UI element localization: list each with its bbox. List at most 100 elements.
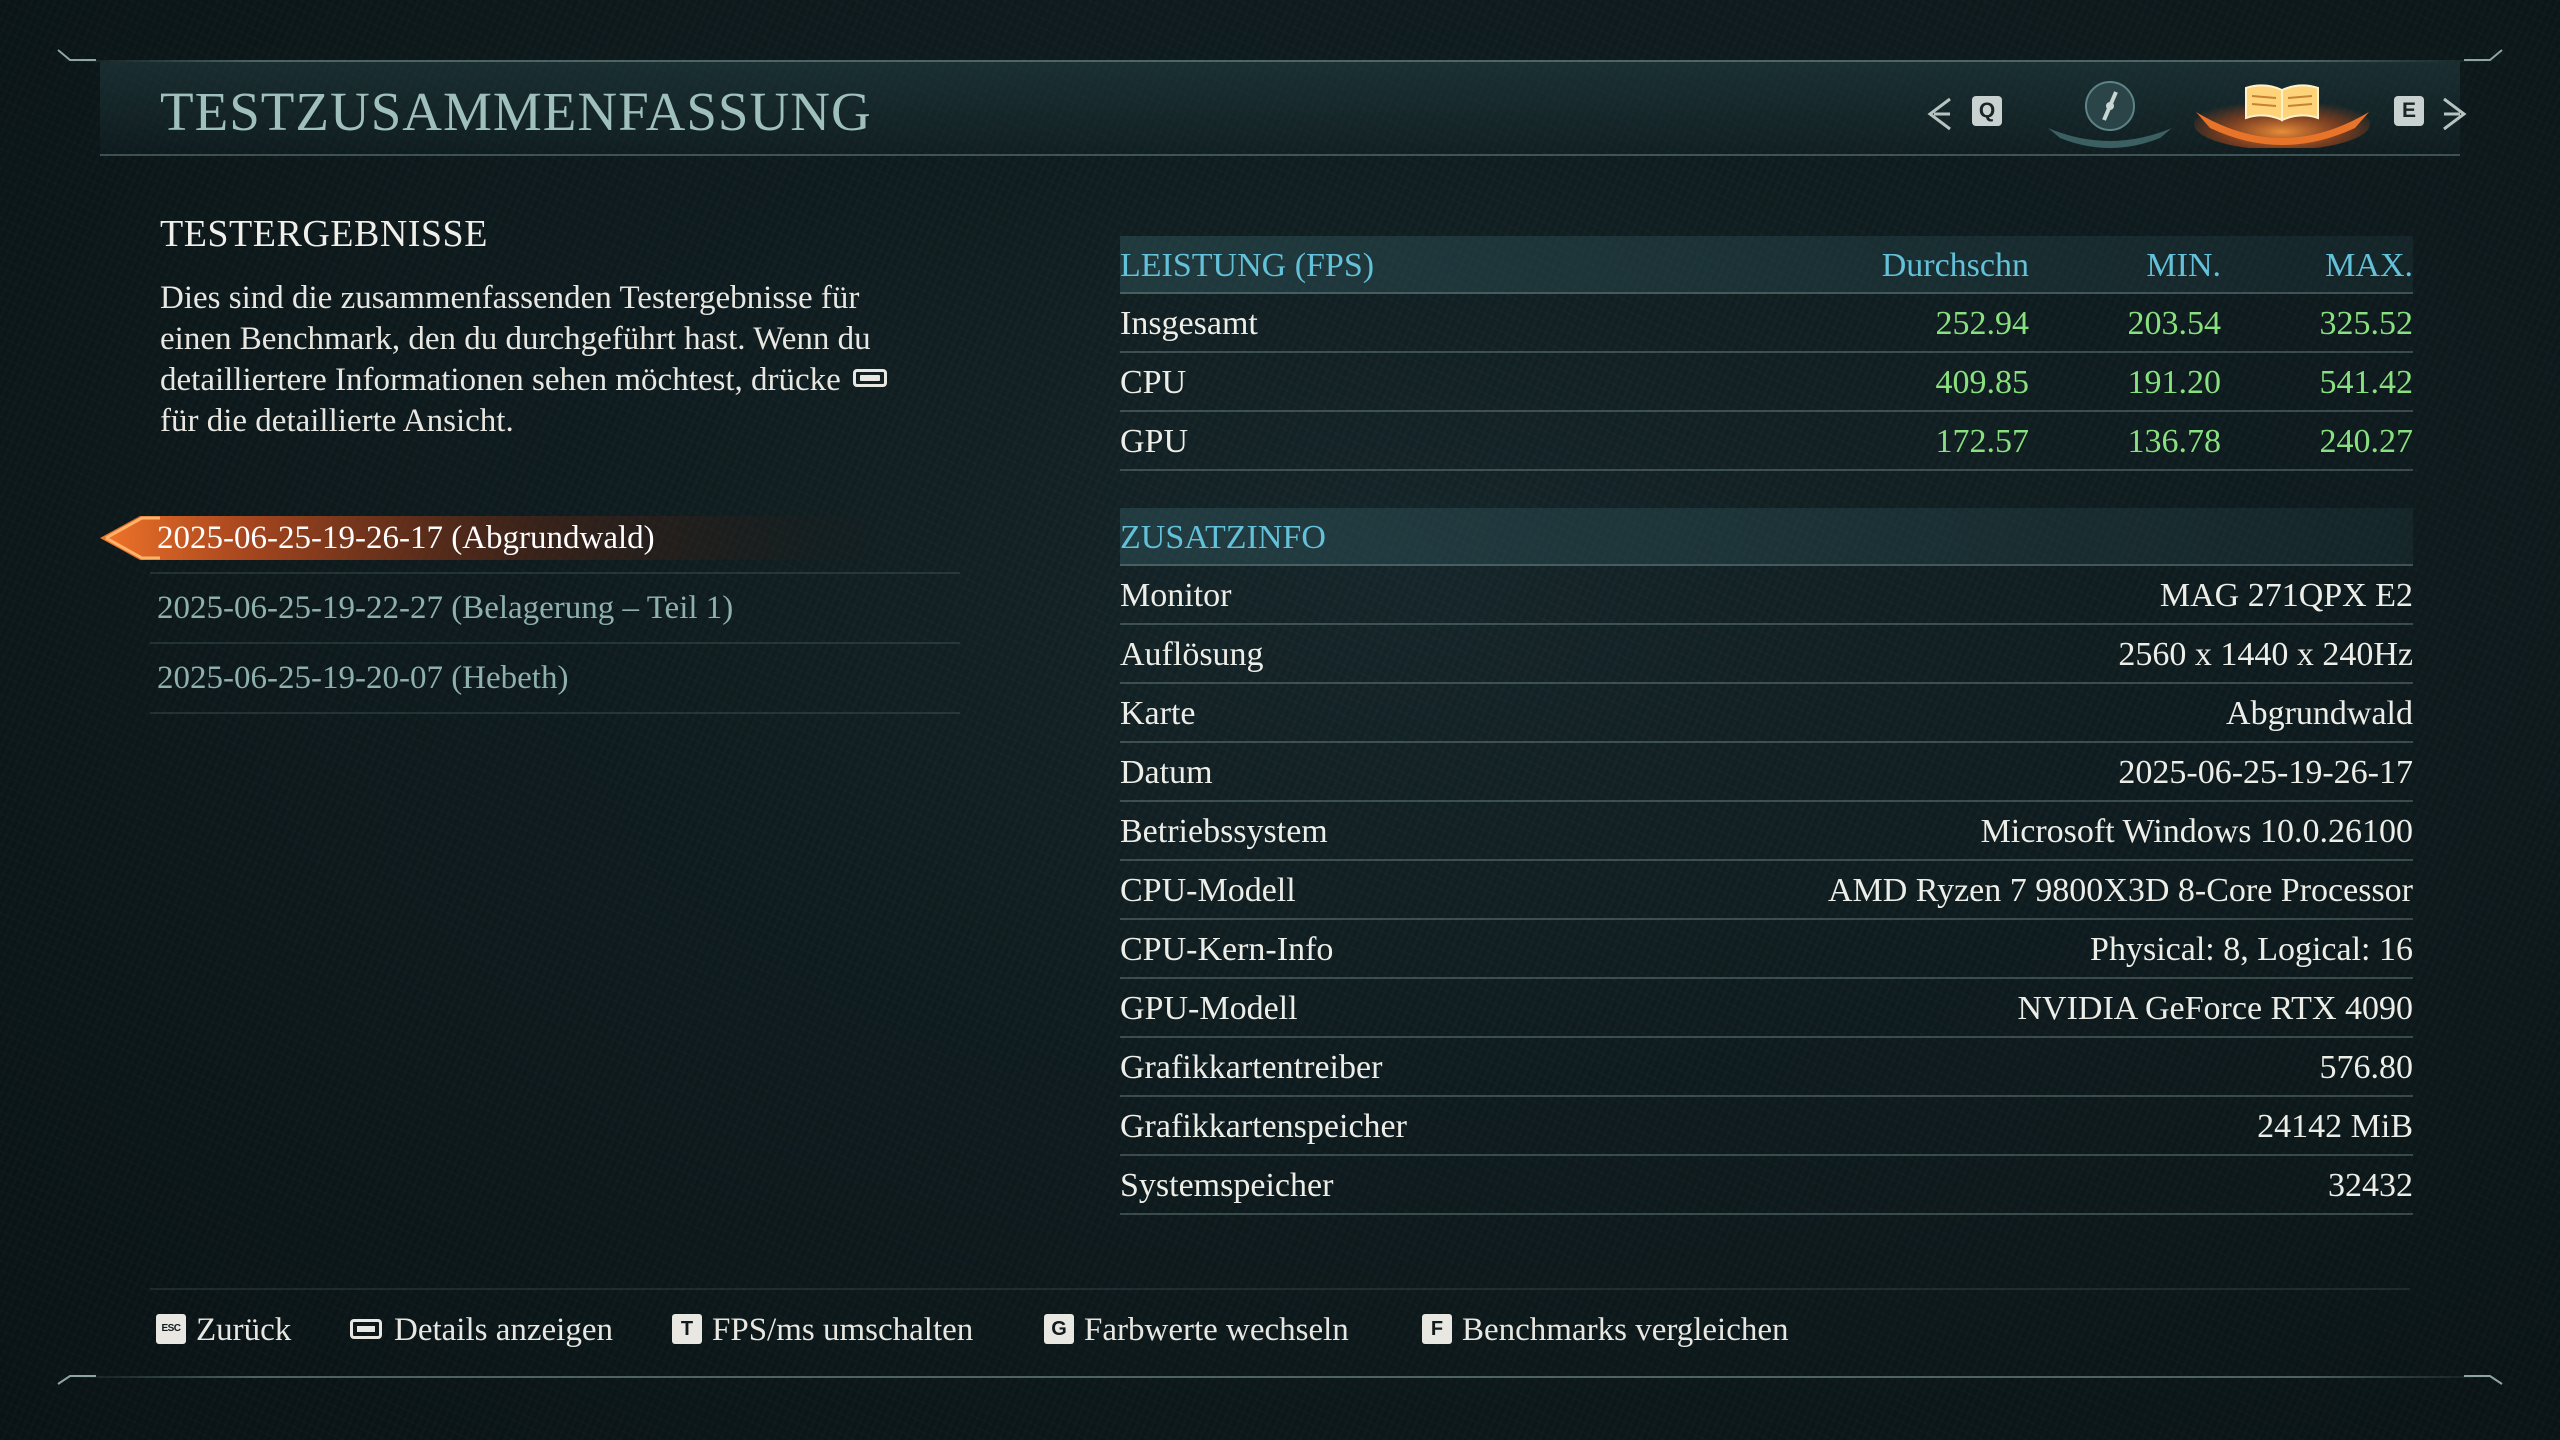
performance-title: LEISTUNG (FPS) [1120,247,1375,284]
frame-corner-br [2464,1375,2503,1385]
row-value: Microsoft Windows 10.0.26100 [1980,813,2413,850]
row-label: Betriebssystem [1120,813,1328,850]
space-key-icon [350,1319,382,1340]
row-value: MAG 271QPX E2 [2159,577,2413,614]
tab-compass[interactable] [2040,72,2180,148]
run-label: 2025-06-25-19-20-07 (Hebeth) [157,660,569,696]
min-value: 191.20 [2127,364,2222,401]
row-value: 2025-06-25-19-26-17 [2118,754,2413,791]
max-value: 240.27 [2319,423,2414,460]
avg-value: 172.57 [1935,423,2030,460]
info-title: ZUSATZINFO [1120,519,1326,556]
row-label: GPU-Modell [1120,990,1298,1027]
max-value: 325.52 [2319,305,2414,342]
row-label: Karte [1120,695,1196,732]
performance-header-row: LEISTUNG (FPS) Durchschn MIN. MAX. [1120,236,2413,294]
table-row: Grafikkartenspeicher 24142 MiB [1120,1097,2413,1156]
table-row: Datum 2025-06-25-19-26-17 [1120,743,2413,802]
benchmark-run-list: 2025-06-25-19-26-17 (Abgrundwald) 2025-0… [100,504,960,714]
row-value: NVIDIA GeForce RTX 4090 [2017,990,2414,1027]
compass-icon [2048,81,2172,148]
header-divider [100,154,2460,156]
book-icon [2194,84,2370,150]
min-value: 203.54 [2127,305,2222,342]
next-tab-arrow-icon[interactable] [2440,96,2470,132]
table-row: Betriebssystem Microsoft Windows 10.0.26… [1120,802,2413,861]
back-label: Zurück [196,1312,292,1348]
frame-corner-bl [57,1375,96,1385]
run-item-selected[interactable]: 2025-06-25-19-26-17 (Abgrundwald) [100,504,960,574]
t-key-icon: T [672,1314,702,1345]
description-part1: Dies sind die zusammenfassenden Testerge… [160,280,871,398]
row-label: Grafikkartenspeicher [1120,1108,1407,1145]
row-label: Datum [1120,754,1213,791]
table-row: CPU-Modell AMD Ryzen 7 9800X3D 8-Core Pr… [1120,861,2413,920]
col-max-header: MAX. [2325,247,2413,284]
row-label: GPU [1120,423,1189,460]
row-label: Insgesamt [1120,305,1258,342]
compare-benchmarks-label: Benchmarks vergleichen [1462,1312,1789,1348]
row-value: AMD Ryzen 7 9800X3D 8-Core Processor [1827,872,2413,909]
table-row: Insgesamt 252.94 203.54 325.52 [1120,294,2413,353]
show-details-label: Details anzeigen [394,1312,613,1348]
row-label: Systemspeicher [1120,1167,1334,1204]
esc-key-icon: ESC [156,1314,186,1345]
performance-table: LEISTUNG (FPS) Durchschn MIN. MAX. Insge… [1120,236,2413,471]
table-row: Systemspeicher 32432 [1120,1156,2413,1215]
row-value: 32432 [2328,1167,2413,1204]
info-table: ZUSATZINFO Monitor MAG 271QPX E2 Auflösu… [1120,508,2413,1215]
description-text: Dies sind die zusammenfassenden Testerge… [160,278,930,442]
run-item[interactable]: 2025-06-25-19-20-07 (Hebeth) [150,644,960,714]
tab-book[interactable] [2190,68,2375,150]
col-min-header: MIN. [2146,247,2221,284]
table-row: Auflösung 2560 x 1440 x 240Hz [1120,625,2413,684]
section-heading: TESTERGEBNISSE [160,213,488,255]
prev-tab-arrow-icon[interactable] [1924,96,1954,132]
frame-corner-tl [57,49,96,61]
row-value: 576.80 [2319,1049,2414,1086]
table-row: Karte Abgrundwald [1120,684,2413,743]
row-value: Abgrundwald [2226,695,2413,732]
table-row: CPU-Kern-Info Physical: 8, Logical: 16 [1120,920,2413,979]
bottom-frame-line [60,1376,2500,1378]
space-key-icon [853,369,888,388]
benchmark-summary-screen: TESTZUSAMMENFASSUNG Q E TESTERGEBNISSE D… [0,0,2560,1440]
run-label: 2025-06-25-19-26-17 (Abgrundwald) [157,520,655,556]
table-row: CPU 409.85 191.20 541.42 [1120,353,2413,412]
prev-tab-key[interactable]: Q [1972,96,2002,126]
row-value: 24142 MiB [2257,1108,2413,1145]
frame-corner-tr [2464,49,2503,61]
next-tab-key[interactable]: E [2394,96,2424,126]
g-key-icon: G [1044,1314,1074,1345]
info-header-row: ZUSATZINFO [1120,508,2413,566]
table-row: Grafikkartentreiber 576.80 [1120,1038,2413,1097]
toggle-fps-ms-label: FPS/ms umschalten [712,1312,974,1348]
page-title: TESTZUSAMMENFASSUNG [160,81,872,142]
row-label: CPU [1120,364,1187,401]
row-label: Grafikkartentreiber [1120,1049,1383,1086]
table-row: GPU-Modell NVIDIA GeForce RTX 4090 [1120,979,2413,1038]
back-button[interactable]: ESC Zurück [156,1310,291,1350]
col-avg-header: Durchschn [1881,247,2029,284]
table-row: Monitor MAG 271QPX E2 [1120,566,2413,625]
avg-value: 409.85 [1935,364,2030,401]
row-label: Monitor [1120,577,1232,614]
row-label: CPU-Modell [1120,872,1296,909]
switch-colors-button[interactable]: G Farbwerte wechseln [1044,1310,1349,1350]
f-key-icon: F [1422,1314,1452,1345]
row-label: Auflösung [1120,636,1264,673]
show-details-button[interactable]: Details anzeigen [350,1310,613,1350]
row-value: Physical: 8, Logical: 16 [2090,931,2413,968]
row-label: CPU-Kern-Info [1120,931,1334,968]
compare-benchmarks-button[interactable]: F Benchmarks vergleichen [1422,1310,1789,1350]
switch-colors-label: Farbwerte wechseln [1084,1312,1349,1348]
run-item[interactable]: 2025-06-25-19-22-27 (Belagerung – Teil 1… [150,574,960,644]
toggle-fps-ms-button[interactable]: T FPS/ms umschalten [672,1310,973,1350]
min-value: 136.78 [2127,423,2222,460]
avg-value: 252.94 [1935,305,2030,342]
description-part2: für die detaillierte Ansicht. [160,403,514,439]
row-value: 2560 x 1440 x 240Hz [2118,636,2413,673]
run-label: 2025-06-25-19-22-27 (Belagerung – Teil 1… [157,590,734,626]
max-value: 541.42 [2319,364,2414,401]
table-row: GPU 172.57 136.78 240.27 [1120,412,2413,471]
